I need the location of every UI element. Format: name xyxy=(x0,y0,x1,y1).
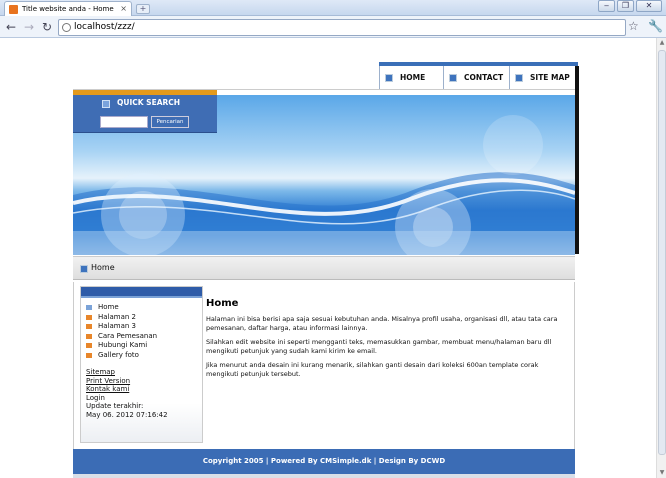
sidebar-item-halaman-2[interactable]: Halaman 2 xyxy=(86,313,157,323)
sidebar-item-label: Cara Pemesanan xyxy=(98,331,158,340)
scroll-down-icon[interactable]: ▼ xyxy=(657,468,666,478)
quick-search-panel: QUICK SEARCH Pencarian xyxy=(73,90,217,133)
browser-tab[interactable]: Title website anda - Home × xyxy=(4,1,132,16)
kontak-kami-link[interactable]: Kontak kami xyxy=(86,385,168,394)
sidebar-menu: Home Halaman 2 Halaman 3 Cara Pemesanan … xyxy=(86,303,157,360)
sidebar-item-label: Gallery foto xyxy=(98,350,139,359)
sidebar-item-gallery-foto[interactable]: Gallery foto xyxy=(86,351,157,361)
nav-sitemap-label: SITE MAP xyxy=(530,73,570,82)
page-info-icon[interactable] xyxy=(62,23,71,32)
main-content: Home Halaman ini bisa berisi apa saja se… xyxy=(206,298,572,384)
maximize-button[interactable]: ❐ xyxy=(617,0,634,12)
update-label: Update terakhir: xyxy=(86,402,144,410)
bullet-icon xyxy=(86,324,92,329)
sidebar-item-halaman-3[interactable]: Halaman 3 xyxy=(86,322,157,332)
footer-shadow xyxy=(73,474,575,478)
breadcrumb: Home xyxy=(73,256,575,280)
sitemap-link[interactable]: Sitemap xyxy=(86,368,168,377)
wrench-menu-icon[interactable]: 🔧 xyxy=(648,19,663,33)
bullet-icon xyxy=(86,314,92,320)
sidebar-header xyxy=(81,287,202,298)
window-controls: ‒ ❐ ✕ xyxy=(598,0,662,12)
browser-toolbar: ← → ↻ localhost/zzz/ ☆ 🔧 xyxy=(0,16,666,38)
new-tab-button[interactable]: + xyxy=(136,4,150,14)
nav-sitemap[interactable]: SITE MAP xyxy=(509,66,578,90)
forward-icon[interactable]: → xyxy=(22,20,36,34)
search-button[interactable]: Pencarian xyxy=(151,116,189,128)
minimize-button[interactable]: ‒ xyxy=(598,0,615,12)
login-link[interactable]: Login xyxy=(86,394,168,403)
header-edge xyxy=(575,66,579,254)
arrow-bullet-icon xyxy=(385,74,393,82)
breadcrumb-home[interactable]: Home xyxy=(91,263,115,272)
arrow-bullet-icon xyxy=(515,74,523,82)
search-input[interactable] xyxy=(100,116,148,128)
paragraph: Halaman ini bisa berisi apa saja sesuai … xyxy=(206,315,558,332)
footer: Copyright 2005 | Powered By CMSimple.dk … xyxy=(73,449,575,474)
arrow-bullet-icon xyxy=(80,265,88,273)
top-navigation: HOME CONTACT SITE MAP xyxy=(379,62,578,90)
page-viewport: HOME CONTACT SITE MAP QUICK SEARCH Penca… xyxy=(0,38,656,478)
tab-close-icon[interactable]: × xyxy=(120,2,127,16)
url-text: localhost/zzz/ xyxy=(74,22,135,32)
address-bar[interactable]: localhost/zzz/ xyxy=(58,19,626,36)
scrollbar-thumb[interactable] xyxy=(658,50,666,455)
vertical-scrollbar[interactable]: ▲ ▼ xyxy=(656,38,666,478)
favicon-icon xyxy=(9,5,18,14)
sidebar-item-label: Halaman 2 xyxy=(98,312,137,321)
arrow-bullet-icon xyxy=(102,100,110,108)
nav-contact-label: CONTACT xyxy=(464,73,504,82)
website: HOME CONTACT SITE MAP QUICK SEARCH Penca… xyxy=(73,62,581,478)
bullet-icon xyxy=(86,343,92,348)
bullet-icon xyxy=(86,333,92,339)
reload-icon[interactable]: ↻ xyxy=(40,20,54,34)
sidebar-item-label: Halaman 3 xyxy=(98,322,137,330)
sidebar-item-cara-pemesanan[interactable]: Cara Pemesanan xyxy=(86,332,157,342)
page-title: Home xyxy=(206,298,239,309)
paragraph: Silahkan edit website ini seperti mengga… xyxy=(206,338,552,355)
back-icon[interactable]: ← xyxy=(4,20,18,34)
sidebar: Home Halaman 2 Halaman 3 Cara Pemesanan … xyxy=(80,286,203,443)
update-date: May 06. 2012 07:16:42 xyxy=(86,410,168,419)
sidebar-item-label: Hubungi Kami xyxy=(98,341,148,349)
sidebar-item-label: Home xyxy=(98,303,119,311)
nav-home-label: HOME xyxy=(400,73,426,82)
scroll-up-icon[interactable]: ▲ xyxy=(657,38,666,48)
nav-contact[interactable]: CONTACT xyxy=(443,66,509,90)
nav-home[interactable]: HOME xyxy=(379,66,443,90)
sidebar-item-hubungi-kami[interactable]: Hubungi Kami xyxy=(86,341,157,351)
print-version-link[interactable]: Print Version xyxy=(86,377,168,386)
sidebar-links: Sitemap Print Version Kontak kami Login … xyxy=(86,368,168,419)
bullet-icon xyxy=(86,352,92,358)
browser-tabstrip: Title website anda - Home × + ‒ ❐ ✕ xyxy=(0,0,666,16)
content-area: Home Halaman 2 Halaman 3 Cara Pemesanan … xyxy=(73,282,575,449)
bullet-icon xyxy=(86,305,92,310)
arrow-bullet-icon xyxy=(449,74,457,82)
paragraph: Jika menurut anda desain ini kurang mena… xyxy=(206,361,539,378)
close-window-button[interactable]: ✕ xyxy=(636,0,662,12)
quick-search-label: QUICK SEARCH xyxy=(117,98,181,107)
bookmark-star-icon[interactable]: ☆ xyxy=(628,19,639,33)
tab-title: Title website anda - Home xyxy=(22,5,114,13)
sidebar-item-home[interactable]: Home xyxy=(86,303,157,313)
